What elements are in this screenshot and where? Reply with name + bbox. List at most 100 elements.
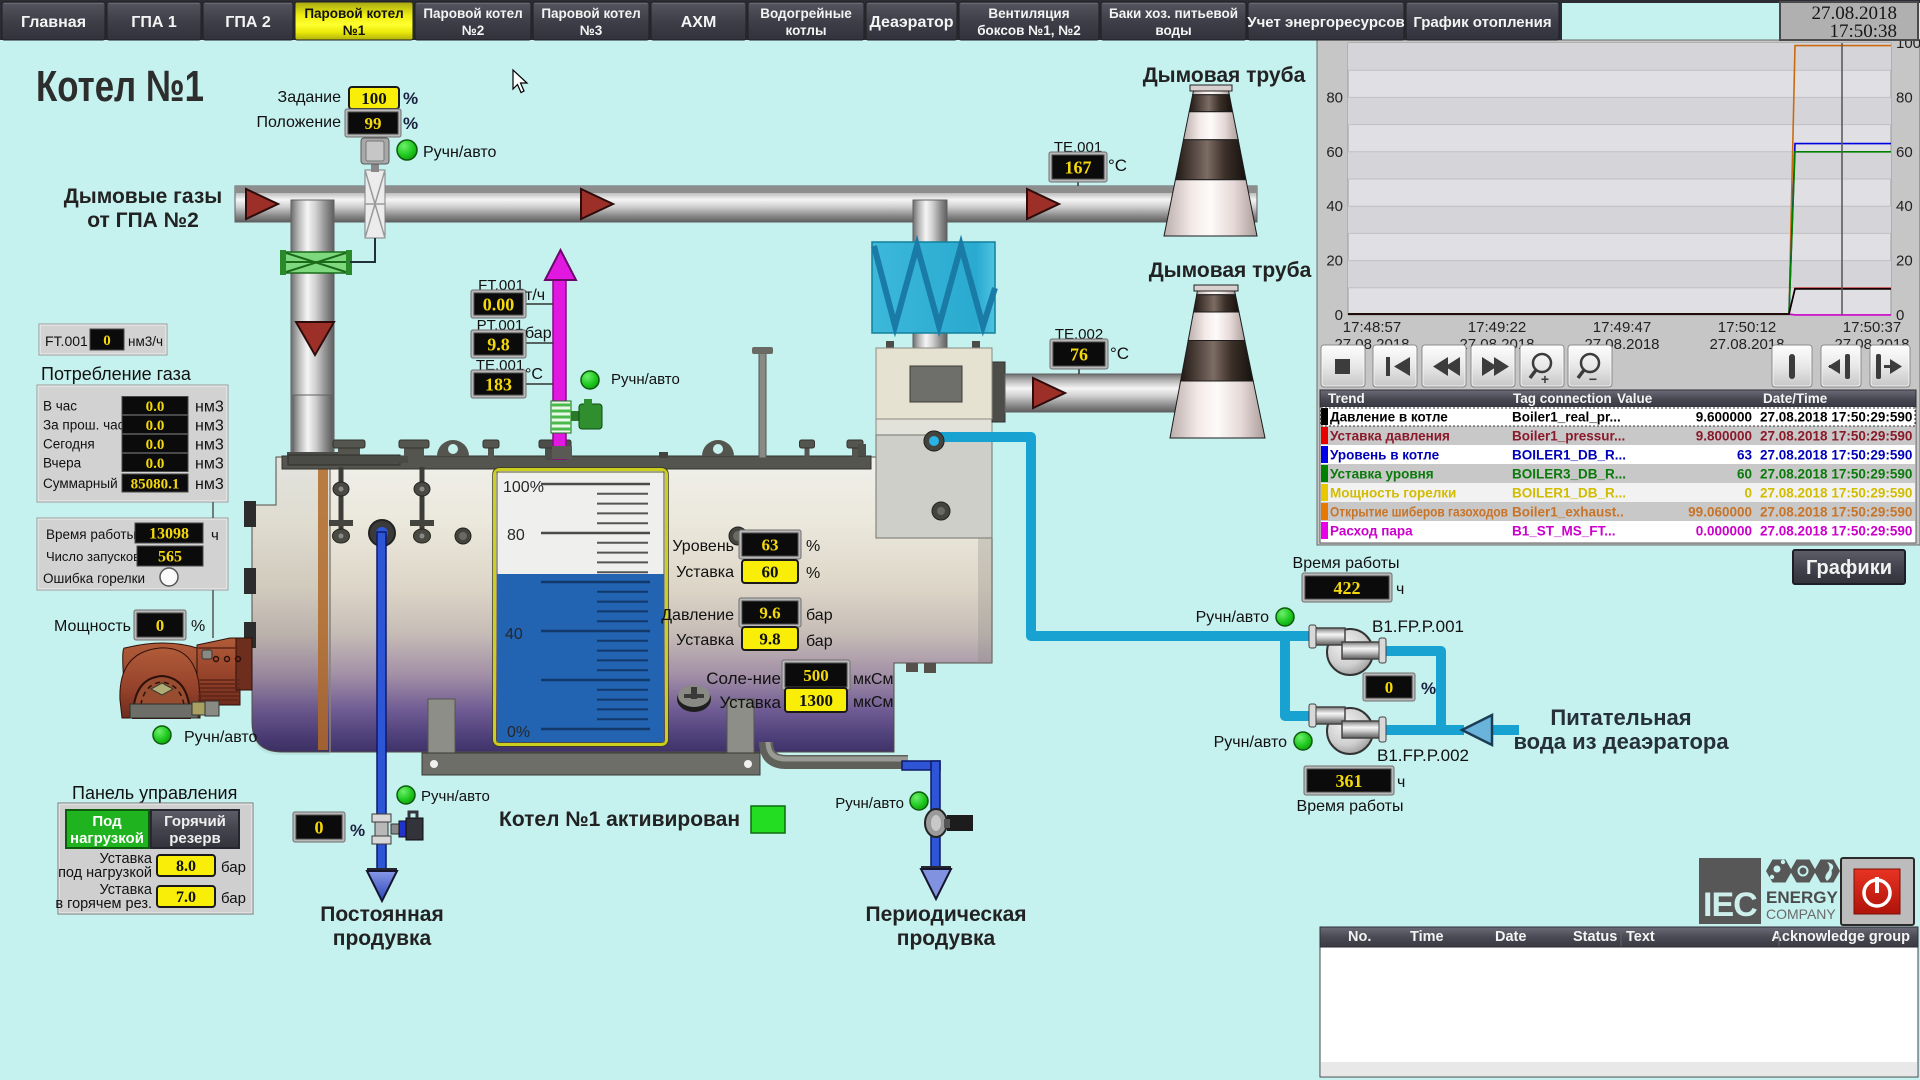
svg-text:9.800000: 9.800000 bbox=[1696, 429, 1752, 444]
svg-text:FT.001: FT.001 bbox=[45, 333, 88, 349]
svg-text:0: 0 bbox=[1335, 307, 1343, 324]
svg-text:Время работы: Время работы bbox=[1293, 555, 1400, 572]
svg-text:0: 0 bbox=[1385, 678, 1394, 697]
svg-text:0: 0 bbox=[1744, 486, 1752, 501]
svg-text:бар: бар bbox=[806, 607, 833, 624]
svg-text:+: + bbox=[1541, 371, 1549, 387]
svg-text:Уставка уровня: Уставка уровня bbox=[1330, 467, 1434, 482]
svg-text:Время работы: Время работы bbox=[1297, 798, 1404, 815]
svg-text:Графики: Графики bbox=[1806, 557, 1892, 579]
svg-text:Паровой котел: Паровой котел bbox=[304, 6, 403, 21]
svg-text:0.000000: 0.000000 bbox=[1696, 524, 1752, 539]
svg-text:Trend: Trend bbox=[1328, 391, 1365, 406]
svg-text:Под: Под bbox=[92, 813, 122, 830]
svg-text:361: 361 bbox=[1336, 771, 1363, 791]
svg-text:BOILER3_DB_R...: BOILER3_DB_R... bbox=[1512, 467, 1626, 482]
svg-text:Паровой котел: Паровой котел bbox=[423, 6, 522, 21]
svg-text:60: 60 bbox=[1737, 467, 1752, 482]
svg-text:Ручн/авто: Ручн/авто bbox=[611, 371, 680, 388]
svg-text:Дымовые газы: Дымовые газы bbox=[64, 185, 222, 208]
svg-text:Уровень: Уровень bbox=[672, 538, 734, 555]
svg-text:ч: ч bbox=[1397, 774, 1405, 791]
svg-text:422: 422 bbox=[1334, 578, 1361, 598]
svg-text:183: 183 bbox=[485, 374, 512, 394]
svg-text:COMPANY: COMPANY bbox=[1766, 906, 1836, 922]
svg-text:27.08.2018 17:50:29:590: 27.08.2018 17:50:29:590 bbox=[1760, 429, 1912, 444]
svg-text:99.060000: 99.060000 bbox=[1688, 505, 1752, 520]
svg-text:Главная: Главная bbox=[21, 14, 86, 31]
svg-text:т/ч: т/ч bbox=[525, 287, 545, 304]
svg-text:Давление: Давление bbox=[661, 607, 734, 624]
svg-text:Time: Time bbox=[1410, 929, 1444, 945]
svg-text:Ручн/авто: Ручн/авто bbox=[421, 788, 490, 805]
svg-text:№1: №1 bbox=[343, 23, 366, 38]
svg-text:бар: бар bbox=[806, 633, 833, 650]
svg-text:Учет энергоресурсов: Учет энергоресурсов bbox=[1247, 14, 1404, 31]
svg-text:ч: ч bbox=[1396, 581, 1404, 598]
svg-text:ГПА 1: ГПА 1 bbox=[131, 14, 177, 31]
svg-text:100%: 100% bbox=[503, 479, 544, 496]
svg-text:Давление в котле: Давление в котле bbox=[1330, 410, 1448, 425]
svg-text:Date/Time: Date/Time bbox=[1763, 391, 1828, 406]
svg-text:воды: воды bbox=[1155, 23, 1191, 38]
svg-text:B1_ST_MS_FT...: B1_ST_MS_FT... bbox=[1512, 524, 1616, 539]
svg-text:Boiler1_exhaust..: Boiler1_exhaust.. bbox=[1512, 505, 1624, 520]
svg-text:0.0: 0.0 bbox=[146, 418, 165, 434]
svg-text:Text: Text bbox=[1626, 929, 1655, 945]
svg-text:9.6: 9.6 bbox=[759, 603, 780, 622]
svg-text:%: % bbox=[403, 89, 418, 108]
svg-text:Уставка: Уставка bbox=[676, 564, 734, 581]
svg-text:резерв: резерв bbox=[169, 830, 221, 847]
svg-text:Время работы: Время работы bbox=[46, 527, 136, 542]
svg-text:Boiler1_pressur...: Boiler1_pressur... bbox=[1512, 429, 1625, 444]
svg-text:Соле-ние: Соле-ние bbox=[706, 669, 781, 688]
svg-text:17:49:22: 17:49:22 bbox=[1468, 319, 1526, 336]
svg-text:Сегодня: Сегодня bbox=[43, 437, 95, 452]
svg-text:100: 100 bbox=[361, 89, 387, 108]
svg-text:Ручн/авто: Ручн/авто bbox=[1196, 609, 1269, 626]
svg-text:Деаэратор: Деаэратор bbox=[869, 14, 953, 31]
svg-text:нм3: нм3 bbox=[195, 418, 224, 435]
svg-text:17:49:47: 17:49:47 bbox=[1593, 319, 1651, 336]
svg-text:Котел №1: Котел №1 bbox=[36, 62, 204, 111]
svg-text:Мощность: Мощность bbox=[54, 618, 131, 635]
svg-text:0.0: 0.0 bbox=[146, 437, 165, 453]
svg-text:№2: №2 bbox=[462, 23, 485, 38]
svg-text:0: 0 bbox=[103, 333, 111, 349]
svg-text:IEC: IEC bbox=[1703, 886, 1757, 924]
svg-text:ч: ч bbox=[211, 527, 219, 544]
svg-text:АХМ: АХМ bbox=[681, 14, 717, 31]
svg-text:Уставка: Уставка bbox=[676, 632, 734, 649]
svg-text:нм3: нм3 bbox=[195, 399, 224, 416]
svg-text:Уровень в котле: Уровень в котле bbox=[1330, 448, 1440, 463]
svg-text:За прош. час: За прош. час bbox=[43, 418, 125, 433]
svg-text:продувка: продувка bbox=[333, 927, 432, 950]
svg-text:27.08.2018 17:50:29:590: 27.08.2018 17:50:29:590 bbox=[1760, 505, 1912, 520]
svg-text:График отопления: График отопления bbox=[1413, 14, 1551, 31]
svg-text:нм3: нм3 bbox=[195, 437, 224, 454]
svg-text:60: 60 bbox=[1326, 144, 1343, 161]
svg-text:Расход пара: Расход пара bbox=[1330, 524, 1413, 539]
svg-text:−: − bbox=[1589, 371, 1597, 387]
svg-text:20: 20 bbox=[1326, 253, 1343, 270]
svg-text:17:48:57: 17:48:57 bbox=[1343, 319, 1401, 336]
svg-text:Уставка: Уставка bbox=[719, 693, 781, 712]
svg-text:нагрузкой: нагрузкой bbox=[70, 830, 144, 847]
svg-text:Панель управления: Панель управления bbox=[72, 783, 237, 803]
svg-text:В час: В час bbox=[43, 399, 77, 414]
svg-text:Периодическая: Периодическая bbox=[865, 903, 1026, 926]
svg-text:80: 80 bbox=[1326, 89, 1343, 106]
svg-text:60: 60 bbox=[762, 562, 779, 581]
svg-text:Баки хоз. питьевой: Баки хоз. питьевой bbox=[1109, 6, 1238, 21]
svg-text:63: 63 bbox=[1737, 448, 1753, 463]
svg-text:продувка: продувка bbox=[897, 927, 996, 950]
svg-text:Питательная: Питательная bbox=[1550, 705, 1691, 730]
svg-text:13098: 13098 bbox=[149, 526, 189, 543]
svg-text:мкСм: мкСм bbox=[853, 694, 894, 711]
svg-text:0: 0 bbox=[156, 616, 165, 635]
svg-text:27.08.2018 17:50:29:590: 27.08.2018 17:50:29:590 bbox=[1760, 486, 1912, 501]
svg-text:ENERGY: ENERGY bbox=[1766, 888, 1838, 907]
svg-text:%: % bbox=[806, 565, 820, 582]
svg-text:9.8: 9.8 bbox=[487, 334, 510, 354]
svg-text:Boiler1_real_pr...: Boiler1_real_pr... bbox=[1512, 410, 1621, 425]
